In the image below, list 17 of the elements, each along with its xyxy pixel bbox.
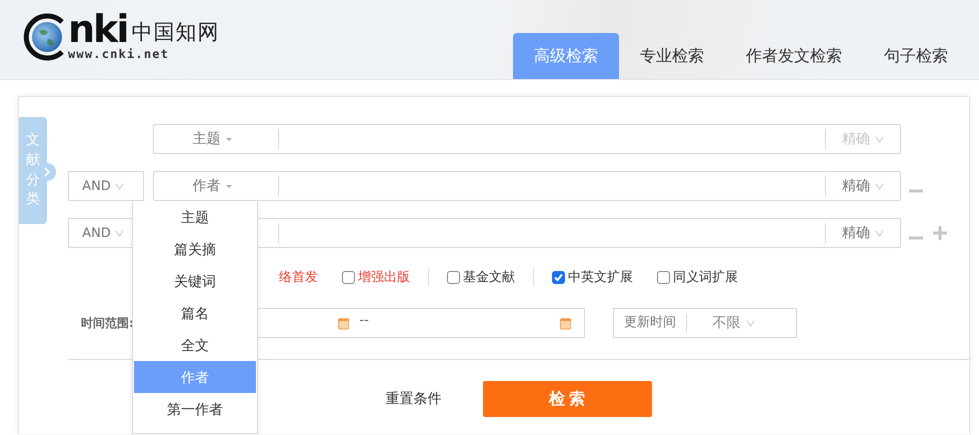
logic-value: AND (82, 226, 111, 240)
category-label: 文献分类 (26, 131, 40, 210)
date-separator: -- (359, 312, 369, 328)
update-time-value: 不限 (712, 314, 740, 332)
option-label: 络首发 (279, 269, 318, 286)
option-label: 同义词扩展 (673, 269, 738, 286)
match-value: 精确 (842, 177, 870, 195)
logo-text: 中国知网 (131, 20, 220, 44)
option-label: 基金文献 (463, 269, 515, 286)
option-label: 增强出版 (358, 269, 410, 286)
option-label: 中英文扩展 (568, 269, 633, 286)
update-time-label: 更新时间 (614, 314, 687, 332)
match-value: 精确 (842, 224, 870, 242)
logo-url: www.cnki.net (68, 46, 170, 60)
match-value: 精确 (842, 130, 870, 148)
logo-text: nki (68, 14, 128, 44)
logic-value: AND (82, 178, 111, 194)
